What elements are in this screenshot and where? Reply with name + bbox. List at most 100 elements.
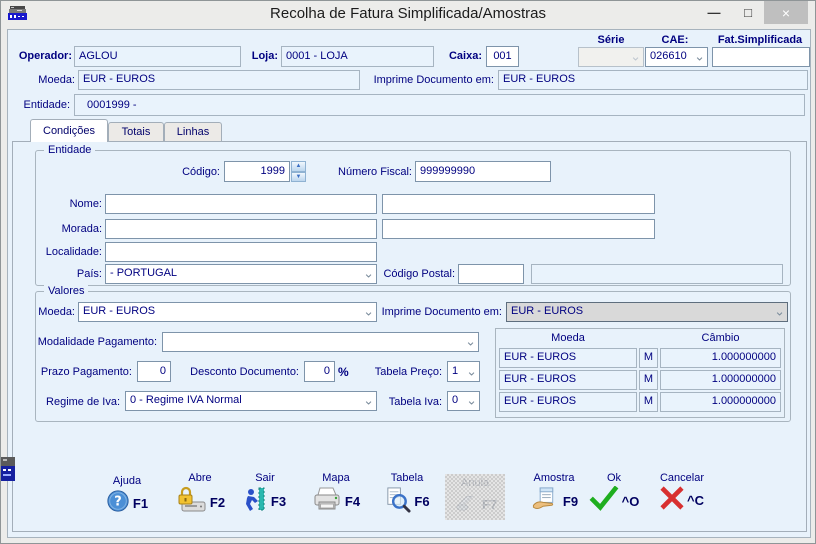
- exit-icon: [244, 486, 268, 516]
- caixa-label: Caixa:: [438, 50, 482, 62]
- toolbar-button-label: Tabela: [391, 472, 423, 485]
- chevron-down-icon: ⌄: [694, 49, 705, 62]
- morada-input-2[interactable]: [382, 219, 655, 239]
- fat-simplificada-input[interactable]: [712, 47, 810, 67]
- desconto-documento-label: Desconto Documento:: [187, 366, 299, 378]
- spin-up-icon[interactable]: ▲: [291, 161, 306, 172]
- cancelar-button[interactable]: Cancelar ^C: [646, 472, 718, 514]
- maximize-button[interactable]: □: [733, 1, 763, 24]
- nome-label: Nome:: [48, 198, 102, 210]
- anula-button: Anula F7: [445, 474, 505, 520]
- entidade-group-title: Entidade: [44, 144, 95, 156]
- fat-simplificada-label: Fat.Simplificada: [708, 34, 812, 46]
- codigo-input[interactable]: 1999: [224, 161, 290, 182]
- modalidade-pagamento-label: Modalidade Pagamento:: [37, 336, 157, 348]
- ajuda-button[interactable]: Ajuda ? F1: [95, 475, 159, 517]
- ok-button[interactable]: Ok ^O: [584, 472, 644, 516]
- amostra-button[interactable]: Amostra F9: [516, 472, 592, 517]
- numero-fiscal-input[interactable]: 999999990: [415, 161, 551, 182]
- prazo-pagamento-input[interactable]: 0: [137, 361, 171, 382]
- title-bar[interactable]: Recolha de Fatura Simplificada/Amostras …: [1, 1, 815, 27]
- cambio-cell: 1.000000000: [660, 348, 781, 368]
- loja-label: Loja:: [246, 50, 278, 62]
- search-table-icon: [384, 486, 411, 517]
- chevron-down-icon: ⌄: [363, 393, 374, 406]
- valores-moeda-select[interactable]: EUR - EUROS⌄: [78, 302, 377, 322]
- caixa-input[interactable]: 001: [486, 46, 519, 67]
- spin-down-icon[interactable]: ▼: [291, 172, 306, 183]
- operador-label: Operador:: [10, 50, 72, 62]
- serie-label: Série: [578, 34, 644, 46]
- imprime-documento-field: EUR - EUROS: [498, 70, 808, 90]
- printer-icon: [312, 486, 342, 516]
- flag-cell: M: [639, 348, 658, 368]
- flag-cell: M: [639, 370, 658, 390]
- chevron-down-icon: ⌄: [466, 393, 477, 406]
- cambio-column-header: Câmbio: [660, 332, 781, 344]
- erase-icon: [453, 491, 479, 517]
- mapa-button[interactable]: Mapa F4: [300, 472, 372, 516]
- tabela-iva-select[interactable]: 0⌄: [447, 391, 480, 411]
- minimize-button[interactable]: —: [699, 1, 729, 24]
- toolbar-button-label: Abre: [188, 472, 211, 485]
- sair-button[interactable]: Sair F3: [232, 472, 298, 516]
- help-icon: ?: [106, 489, 130, 517]
- tabela-button[interactable]: Tabela F6: [374, 472, 440, 517]
- pais-label: País:: [58, 268, 102, 280]
- client-area: Operador: AGLOU Loja: 0001 - LOJA Caixa:…: [7, 29, 811, 538]
- morada-input-1[interactable]: [105, 219, 377, 239]
- close-button[interactable]: ×: [764, 1, 808, 24]
- check-icon: [589, 486, 619, 516]
- localidade-input[interactable]: [105, 242, 377, 262]
- flag-cell: M: [639, 392, 658, 412]
- valores-group-title: Valores: [44, 285, 88, 297]
- localidade-label: Localidade:: [32, 246, 102, 258]
- modalidade-pagamento-select[interactable]: ⌄: [162, 332, 479, 352]
- operador-field: AGLOU: [74, 46, 241, 67]
- tabela-preco-select[interactable]: 1⌄: [447, 361, 480, 382]
- window: Recolha de Fatura Simplificada/Amostras …: [0, 0, 816, 544]
- toolbar-button-label: Sair: [255, 472, 275, 485]
- prazo-pagamento-label: Prazo Pagamento:: [40, 366, 132, 378]
- pais-select[interactable]: - PORTUGAL⌄: [105, 264, 377, 284]
- moeda-column-header: Moeda: [499, 332, 637, 344]
- valores-imprime-select[interactable]: EUR - EUROS⌄: [506, 302, 788, 322]
- moeda-field: EUR - EUROS: [78, 70, 360, 90]
- codigo-postal-label: Código Postal:: [381, 268, 455, 280]
- svg-text:?: ?: [114, 495, 122, 510]
- chevron-down-icon: ⌄: [466, 364, 477, 377]
- codigo-postal-extra-field: [531, 264, 783, 284]
- regime-iva-label: Regime de Iva:: [42, 396, 120, 408]
- valores-imprime-label: Imprime Documento em:: [348, 306, 502, 318]
- numero-fiscal-label: Número Fiscal:: [318, 166, 412, 178]
- cambio-cell: 1.000000000: [660, 392, 781, 412]
- cae-select[interactable]: 026610⌄: [645, 47, 708, 67]
- tab-condicoes[interactable]: Condições: [30, 119, 108, 142]
- abre-button[interactable]: Abre F2: [160, 472, 240, 518]
- chevron-down-icon: ⌄: [363, 266, 374, 279]
- nome-input-2[interactable]: [382, 194, 655, 214]
- window-title: Recolha de Fatura Simplificada/Amostras: [1, 5, 815, 22]
- nome-input-1[interactable]: [105, 194, 377, 214]
- codigo-spinner[interactable]: ▲ ▼: [291, 161, 306, 182]
- tab-linhas[interactable]: Linhas: [164, 122, 222, 142]
- percent-suffix: %: [338, 366, 350, 378]
- codigo-postal-input[interactable]: [458, 264, 524, 284]
- cambio-cell: 1.000000000: [660, 370, 781, 390]
- regime-iva-select[interactable]: 0 - Regime IVA Normal⌄: [125, 391, 377, 411]
- desconto-documento-input[interactable]: 0: [304, 361, 335, 382]
- toolbar-button-label: Cancelar: [660, 472, 704, 485]
- tab-totais[interactable]: Totais: [108, 122, 164, 142]
- toolbar-button-label: Mapa: [322, 472, 350, 485]
- app-logo: [1, 457, 15, 486]
- chevron-down-icon: ⌄: [774, 304, 785, 317]
- codigo-label: Código:: [138, 166, 220, 178]
- moeda-cell: EUR - EUROS: [499, 348, 637, 368]
- tabela-iva-label: Tabela Iva:: [387, 396, 442, 408]
- valores-moeda-label: Moeda:: [18, 306, 75, 318]
- moeda-cell: EUR - EUROS: [499, 392, 637, 412]
- entidade-label: Entidade:: [10, 99, 70, 111]
- cae-label: CAE:: [642, 34, 708, 46]
- chevron-down-icon: ⌄: [465, 334, 476, 347]
- entidade-field: 0001999 -: [74, 94, 805, 116]
